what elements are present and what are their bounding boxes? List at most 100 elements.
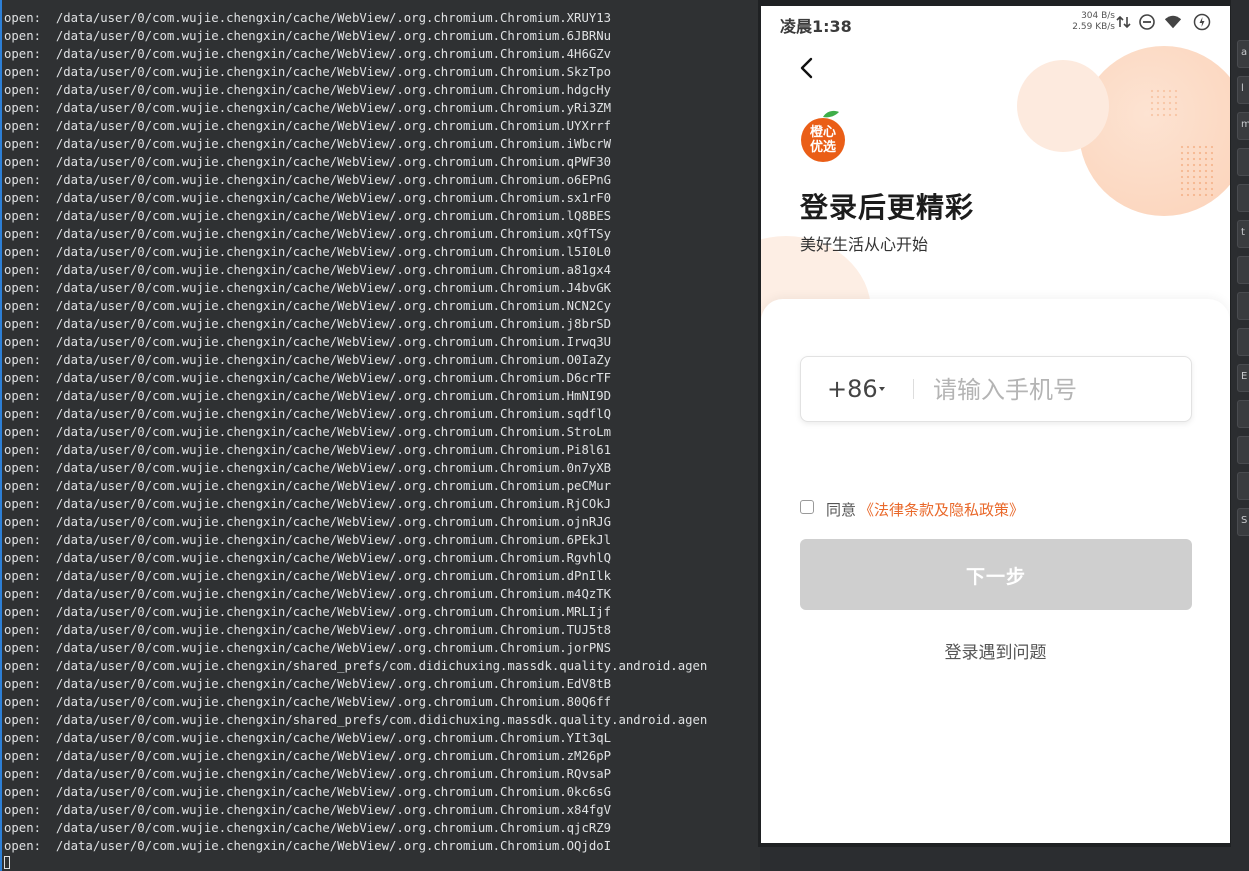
logo-text-top: 橙心 bbox=[809, 125, 836, 140]
terminal-line: open: /data/user/0/com.wujie.chengxin/ca… bbox=[4, 479, 612, 493]
phone-screen: 凌晨1:38 304 B/s 2.59 KB/s 橙心 优选 登录后更精彩 美好… bbox=[761, 6, 1230, 843]
side-toolbar-label: a bbox=[1241, 47, 1248, 58]
side-toolbar-button[interactable]: S bbox=[1237, 508, 1249, 536]
terminal-line: open: /data/user/0/com.wujie.chengxin/ca… bbox=[4, 587, 612, 601]
app-logo: 橙心 优选 bbox=[799, 110, 847, 162]
terminal-line: open: /data/user/0/com.wujie.chengxin/ca… bbox=[4, 749, 612, 763]
terminal-line: open: /data/user/0/com.wujie.chengxin/ca… bbox=[4, 839, 612, 853]
country-code-selector[interactable]: +86 bbox=[827, 375, 878, 403]
terminal-line: open: /data/user/0/com.wujie.chengxin/ca… bbox=[4, 443, 612, 457]
terminal-line: open: /data/user/0/com.wujie.chengxin/ca… bbox=[4, 155, 612, 169]
network-speed: 304 B/s 2.59 KB/s bbox=[1065, 11, 1115, 33]
login-help-link[interactable]: 登录遇到问题 bbox=[761, 638, 1230, 663]
terminal-line: open: /data/user/0/com.wujie.chengxin/ca… bbox=[4, 263, 612, 277]
dnd-icon bbox=[1139, 14, 1155, 30]
terminal-line: open: /data/user/0/com.wujie.chengxin/ca… bbox=[4, 83, 612, 97]
side-toolbar-label: S bbox=[1241, 515, 1248, 526]
terminal-line: open: /data/user/0/com.wujie.chengxin/ca… bbox=[4, 191, 612, 205]
side-toolbar-button[interactable]: l bbox=[1237, 76, 1249, 104]
terminal-line: open: /data/user/0/com.wujie.chengxin/ca… bbox=[4, 533, 612, 547]
terminal-line: open: /data/user/0/com.wujie.chengxin/sh… bbox=[4, 659, 708, 673]
side-toolbar-button[interactable]: a bbox=[1237, 40, 1249, 68]
terminal-line: open: /data/user/0/com.wujie.chengxin/ca… bbox=[4, 605, 612, 619]
terminal-line: open: /data/user/0/com.wujie.chengxin/ca… bbox=[4, 245, 612, 259]
page-subtitle: 美好生活从心开始 bbox=[800, 235, 929, 254]
terminal-line: open: /data/user/0/com.wujie.chengxin/ca… bbox=[4, 677, 612, 691]
side-toolbar-button[interactable] bbox=[1237, 292, 1249, 320]
terminal-line: open: /data/user/0/com.wujie.chengxin/ca… bbox=[4, 29, 612, 43]
terminal-line: open: /data/user/0/com.wujie.chengxin/ca… bbox=[4, 461, 612, 475]
terminal-line: open: /data/user/0/com.wujie.chengxin/ca… bbox=[4, 119, 612, 133]
terminal-line: open: /data/user/0/com.wujie.chengxin/ca… bbox=[4, 299, 612, 313]
terminal-line: open: /data/user/0/com.wujie.chengxin/ca… bbox=[4, 317, 612, 331]
terminal-line: open: /data/user/0/com.wujie.chengxin/ca… bbox=[4, 353, 612, 367]
terminal-line: open: /data/user/0/com.wujie.chengxin/ca… bbox=[4, 785, 612, 799]
side-toolbar-button[interactable] bbox=[1237, 184, 1249, 212]
terminal-line: open: /data/user/0/com.wujie.chengxin/ca… bbox=[4, 569, 612, 583]
back-arrow-icon[interactable] bbox=[795, 55, 821, 81]
terminal-line: open: /data/user/0/com.wujie.chengxin/ca… bbox=[4, 641, 612, 655]
terminal-line: open: /data/user/0/com.wujie.chengxin/ca… bbox=[4, 173, 612, 187]
terminal-line: open: /data/user/0/com.wujie.chengxin/ca… bbox=[4, 515, 612, 529]
terminal-line: open: /data/user/0/com.wujie.chengxin/ca… bbox=[4, 137, 612, 151]
terminal-line: open: /data/user/0/com.wujie.chengxin/ca… bbox=[4, 803, 612, 817]
side-toolbar-button[interactable] bbox=[1237, 400, 1249, 428]
side-toolbar-button[interactable]: m bbox=[1237, 112, 1249, 140]
terminal-output: open: /data/user/0/com.wujie.chengxin/ca… bbox=[4, 9, 707, 855]
terminal-line: open: /data/user/0/com.wujie.chengxin/ca… bbox=[4, 767, 612, 781]
terminal-line: open: /data/user/0/com.wujie.chengxin/ca… bbox=[4, 623, 612, 637]
phone-input-group: +86 bbox=[800, 356, 1192, 422]
side-toolbar-button[interactable] bbox=[1237, 328, 1249, 356]
status-time: 凌晨1:38 bbox=[780, 17, 852, 36]
terminal-line: open: /data/user/0/com.wujie.chengxin/ca… bbox=[4, 695, 612, 709]
side-toolbar-button[interactable] bbox=[1237, 436, 1249, 464]
net-up-text: 304 B/s bbox=[1081, 11, 1115, 21]
terminal-window[interactable]: open: /data/user/0/com.wujie.chengxin/ca… bbox=[0, 0, 760, 871]
side-toolbar-button[interactable]: t bbox=[1237, 220, 1249, 248]
terminal-line: open: /data/user/0/com.wujie.chengxin/ca… bbox=[4, 11, 612, 25]
terminal-line: open: /data/user/0/com.wujie.chengxin/ca… bbox=[4, 65, 612, 79]
terminal-line: open: /data/user/0/com.wujie.chengxin/ca… bbox=[4, 821, 612, 835]
net-down-text: 2.59 KB/s bbox=[1072, 22, 1115, 32]
terms-link[interactable]: 《法律条款及隐私政策》 bbox=[859, 499, 1024, 520]
decor-circle-small bbox=[1017, 60, 1109, 152]
side-toolbar-label: t bbox=[1241, 227, 1245, 238]
status-bar: 凌晨1:38 304 B/s 2.59 KB/s bbox=[761, 6, 1230, 40]
terminal-line: open: /data/user/0/com.wujie.chengxin/ca… bbox=[4, 497, 612, 511]
phone-number-input[interactable] bbox=[931, 371, 1175, 409]
terminal-line: open: /data/user/0/com.wujie.chengxin/ca… bbox=[4, 335, 612, 349]
next-button-label: 下一步 bbox=[965, 566, 1026, 588]
terminal-line: open: /data/user/0/com.wujie.chengxin/ca… bbox=[4, 101, 612, 115]
input-divider bbox=[913, 379, 914, 399]
side-toolbar-label: l bbox=[1241, 83, 1244, 94]
terminal-line: open: /data/user/0/com.wujie.chengxin/ca… bbox=[4, 47, 612, 61]
terminal-line: open: /data/user/0/com.wujie.chengxin/ca… bbox=[4, 425, 612, 439]
side-toolbar-label: E bbox=[1241, 371, 1248, 382]
agree-checkbox[interactable] bbox=[800, 500, 814, 514]
decor-dots bbox=[1179, 144, 1213, 196]
side-toolbar-button[interactable] bbox=[1237, 256, 1249, 284]
side-toolbar-button[interactable] bbox=[1237, 148, 1249, 176]
terminal-focus-edge bbox=[0, 0, 2, 871]
caret-down-icon[interactable] bbox=[879, 387, 885, 391]
terminal-line: open: /data/user/0/com.wujie.chengxin/ca… bbox=[4, 209, 612, 223]
next-button[interactable]: 下一步 bbox=[800, 539, 1192, 610]
wifi-icon bbox=[1164, 15, 1182, 29]
terminal-line: open: /data/user/0/com.wujie.chengxin/ca… bbox=[4, 389, 612, 403]
logo-text-bottom: 优选 bbox=[809, 140, 836, 155]
terminal-line: open: /data/user/0/com.wujie.chengxin/sh… bbox=[4, 713, 708, 727]
decor-dots-2 bbox=[1149, 88, 1179, 118]
terminal-line: open: /data/user/0/com.wujie.chengxin/ca… bbox=[4, 227, 612, 241]
terminal-line: open: /data/user/0/com.wujie.chengxin/ca… bbox=[4, 281, 612, 295]
side-toolbar: a l m t E S bbox=[1228, 0, 1249, 871]
terminal-line: open: /data/user/0/com.wujie.chengxin/ca… bbox=[4, 371, 612, 385]
page-title: 登录后更精彩 bbox=[800, 191, 975, 224]
agree-label: 同意 bbox=[826, 501, 857, 519]
side-toolbar-label: m bbox=[1241, 119, 1249, 130]
terminal-cursor bbox=[4, 856, 10, 869]
side-toolbar-button[interactable]: E bbox=[1237, 364, 1249, 392]
terminal-line: open: /data/user/0/com.wujie.chengxin/ca… bbox=[4, 407, 612, 421]
side-toolbar-button[interactable] bbox=[1237, 472, 1249, 500]
data-arrows-icon bbox=[1116, 15, 1131, 29]
battery-icon bbox=[1193, 13, 1211, 31]
